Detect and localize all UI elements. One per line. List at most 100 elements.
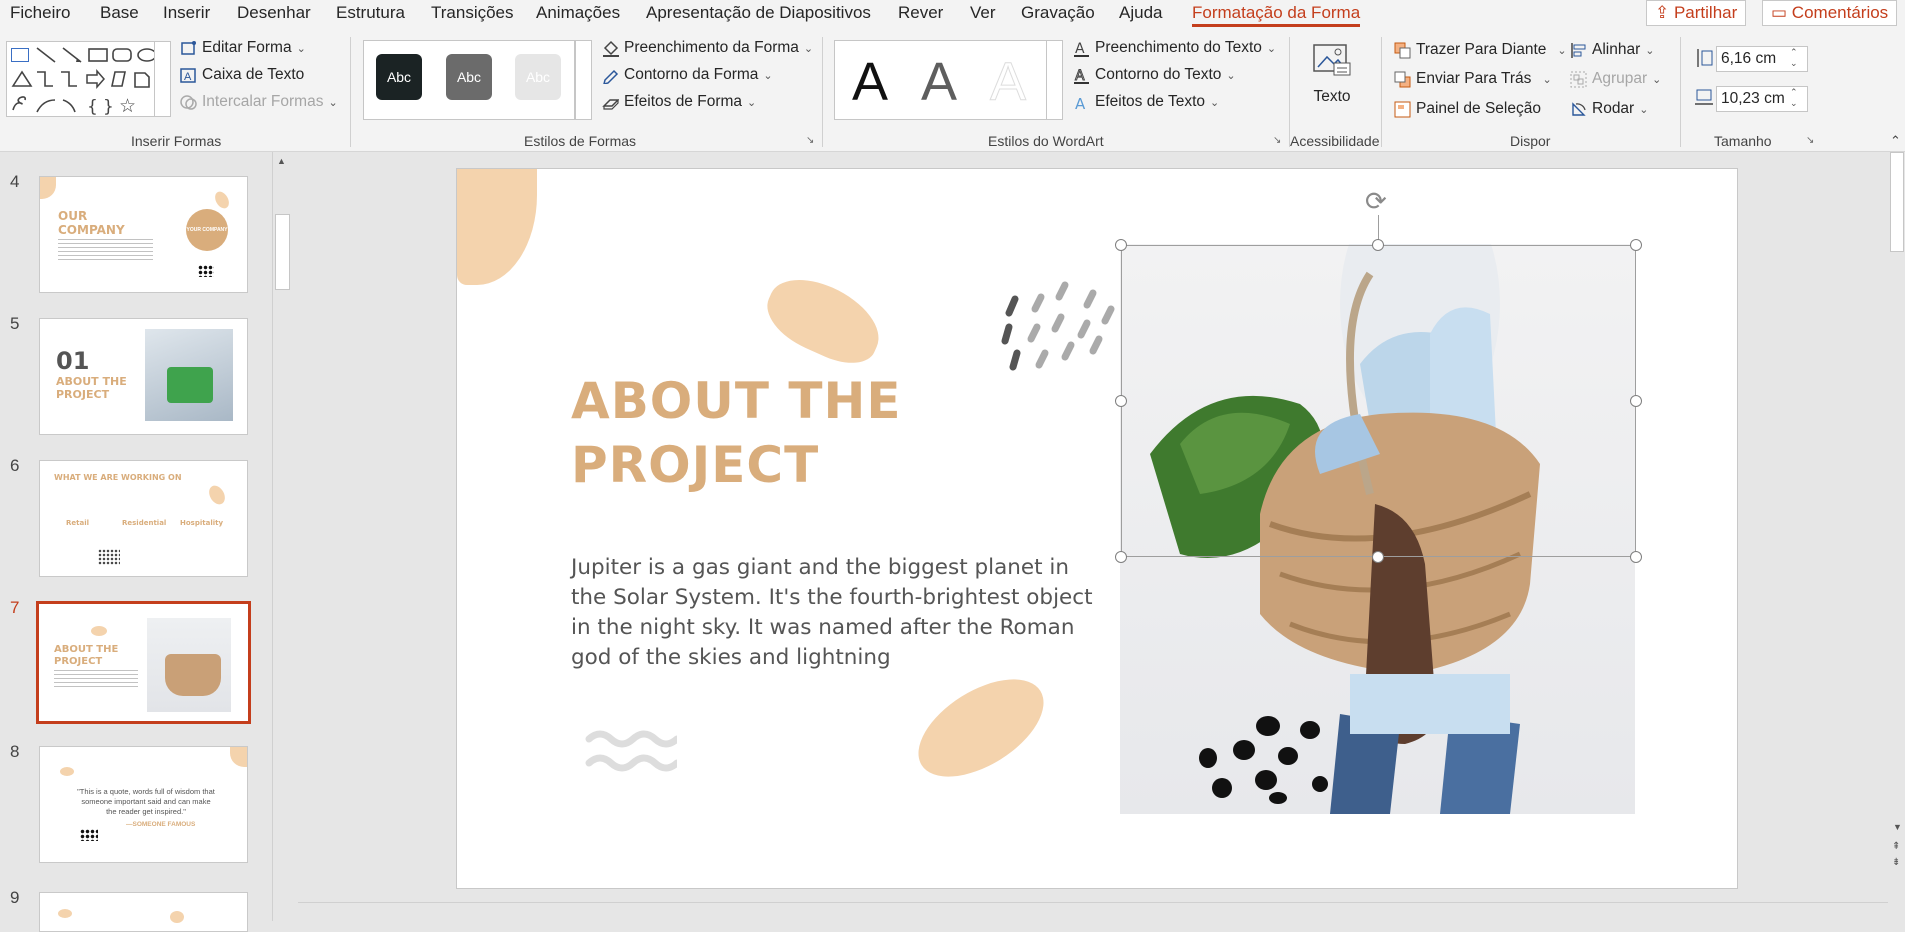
text-outline-button[interactable]: A Contorno do Texto ⌄ [1073,64,1236,86]
text-box-button[interactable]: A Caixa de Texto [180,64,304,86]
rotate-button[interactable]: Rodar ⌄ [1570,98,1648,120]
comments-button[interactable]: ▭ Comentários [1762,0,1898,26]
shapes-gallery[interactable]: { } ☆ [6,41,159,117]
edit-shape-button[interactable]: Editar Forma ⌄ [180,37,306,59]
rotate-handle-icon[interactable]: ⟳ [1365,188,1387,214]
svg-text:A: A [1075,41,1085,57]
slide-thumbnail-5[interactable]: 01 ABOUT THE PROJECT [39,318,248,435]
menu-desenhar[interactable]: Desenhar [237,3,311,23]
menu-ajuda[interactable]: Ajuda [1119,3,1162,23]
svg-text:A: A [1075,95,1086,111]
menu-formatacao-da-forma[interactable]: Formatação da Forma [1192,3,1361,27]
scroll-up-icon[interactable]: ▲ [277,156,286,166]
wordart-style-black[interactable]: A [852,51,888,113]
thumbnail-scrollbar[interactable]: ▲ [272,152,292,921]
slide-thumbnail-4[interactable]: OUR COMPANY YOUR COMPANY [39,176,248,293]
thumb-basket [165,654,221,696]
height-spinner-icon[interactable]: ⌃ ⌄ [1790,47,1798,69]
group-label-insert-shapes: Inserir Formas [131,133,222,149]
menu-apresentacao[interactable]: Apresentação de Diapositivos [646,3,871,23]
merge-shapes-icon [180,94,197,111]
dialog-launcher-icon[interactable]: ↘ [1806,135,1814,146]
decor-blob [91,626,107,636]
shape-outline-button[interactable]: Contorno da Forma ⌄ [602,64,773,86]
shape-style-gray[interactable]: Abc [446,54,492,100]
thumb-column-title: Residential [122,519,167,527]
width-spinner-icon[interactable]: ⌃ ⌄ [1790,87,1798,109]
canvas-scrollbar-thumb[interactable] [1890,152,1904,252]
resize-handle-n[interactable] [1372,239,1384,251]
shapes-gallery-icons: { } ☆ [11,47,157,117]
selection-pane-button[interactable]: Painel de Seleção [1394,98,1541,120]
shape-style-dark[interactable]: Abc [376,54,422,100]
thumb-recycle-bin [167,367,213,403]
merge-shapes-button[interactable]: Intercalar Formas ⌄ [180,91,338,113]
slide-title[interactable]: ABOUT THE PROJECT [571,369,902,497]
resize-handle-se[interactable] [1630,551,1642,563]
chevron-down-icon: ⌄ [1557,44,1567,57]
bring-forward-button[interactable]: Trazer Para Diante ⌄ [1394,39,1567,61]
next-slide-icon[interactable]: ⇟ [1892,858,1900,868]
menu-transicoes[interactable]: Transições [431,3,514,23]
scrollbar-thumb[interactable] [275,214,290,290]
menu-animacoes[interactable]: Animações [536,3,620,23]
wordart-scroll[interactable] [1046,40,1063,120]
align-button[interactable]: Alinhar ⌄ [1570,39,1654,61]
current-slide[interactable]: ABOUT THE PROJECT Jupiter is a gas giant … [456,168,1738,889]
dialog-launcher-icon[interactable]: ↘ [1273,135,1281,146]
text-effects-button[interactable]: A Efeitos de Texto ⌄ [1073,91,1219,113]
resize-handle-w[interactable] [1115,395,1127,407]
share-button[interactable]: ⇪ Partilhar [1646,0,1747,26]
wordart-style-outline[interactable]: A [989,51,1026,113]
slide-thumbnail-6[interactable]: WHAT WE ARE WORKING ON Retail Residentia… [39,460,248,577]
shape-styles-scroll[interactable] [575,40,592,120]
shape-style-light[interactable]: Abc [515,54,561,100]
slide-thumbnail-8[interactable]: "This is a quote, words full of wisdom t… [39,746,248,863]
previous-slide-icon[interactable]: ⇞ [1892,842,1900,852]
canvas-scrollbar[interactable]: ▼ ⇞ ⇟ [1888,152,1905,921]
resize-handle-sw[interactable] [1115,551,1127,563]
thumb-title: PROJECT [54,656,103,667]
slide-number: 5 [10,314,20,333]
slide-thumbnail-7[interactable]: ABOUT THE PROJECT [36,601,251,724]
shapes-gallery-scroll[interactable] [154,41,171,117]
slide-thumbnail-9[interactable] [39,892,248,932]
resize-handle-nw[interactable] [1115,239,1127,251]
scroll-down-icon[interactable]: ▼ [1893,822,1902,832]
decor-blob [230,747,247,767]
text-fill-button[interactable]: A Preenchimento do Texto ⌄ [1073,37,1276,59]
slide-number: 7 [10,598,20,617]
canvas-horizontal-scrollbar[interactable] [298,902,1888,921]
resize-handle-s[interactable] [1372,551,1384,563]
menu-base[interactable]: Base [100,3,139,23]
wordart-style-gray[interactable]: A [921,51,957,113]
menu-estrutura[interactable]: Estrutura [336,3,405,23]
group-button[interactable]: Agrupar ⌄ [1570,68,1661,90]
svg-text:☆: ☆ [119,95,136,117]
slide-body-text[interactable]: Jupiter is a gas giant and the biggest p… [571,553,1101,673]
menu-rever[interactable]: Rever [898,3,943,23]
send-backward-icon [1394,71,1411,88]
dialog-launcher-icon[interactable]: ↘ [806,135,814,146]
text-box-icon: A [180,67,197,84]
menu-ficheiro[interactable]: Ficheiro [10,3,70,23]
shape-effects-button[interactable]: Efeitos de Forma ⌄ [602,91,756,113]
shape-width-icon [1694,88,1713,105]
resize-handle-ne[interactable] [1630,239,1642,251]
thumb-title: OUR [58,209,88,223]
decor-blob [756,265,892,375]
group-separator [1381,37,1382,147]
shape-selection-box[interactable] [1121,245,1636,557]
shape-fill-button[interactable]: Preenchimento da Forma ⌄ [602,37,813,59]
alt-text-button[interactable]: Texto [1312,43,1352,106]
slide-thumbnail-panel: 4 OUR COMPANY YOUR COMPANY 5 01 ABOUT THE… [0,152,297,932]
group-separator [822,37,823,147]
send-backward-button[interactable]: Enviar Para Trás ⌄ [1394,68,1552,90]
resize-handle-e[interactable] [1630,395,1642,407]
ribbon: { } ☆ Editar Forma ⌄ A Caixa de Texto Inte… [0,29,1905,152]
menu-inserir[interactable]: Inserir [163,3,210,23]
menu-ver[interactable]: Ver [970,3,996,23]
collapse-ribbon-icon[interactable]: ⌃ [1890,133,1901,149]
menu-gravacao[interactable]: Gravação [1021,3,1095,23]
pencil-icon [602,67,619,85]
